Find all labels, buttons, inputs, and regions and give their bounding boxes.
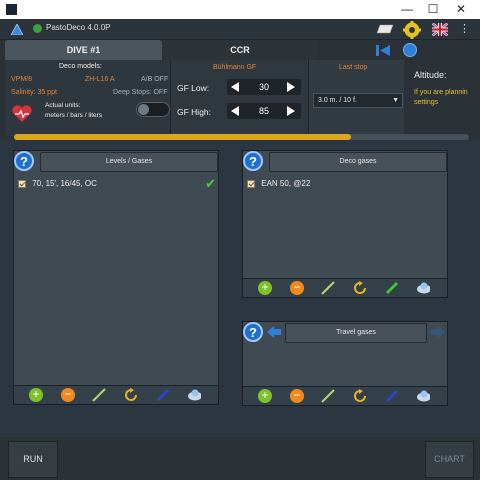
salinity-value[interactable]: Salinity: 35 ppt [11,89,57,96]
units-value: meters / bars / liters [45,112,103,119]
add-dive-icon[interactable] [403,43,417,57]
travel-help-icon[interactable]: ? [243,322,263,342]
levels-panel: ? Levels / Gases 70, 15', 16/45, OC ✔ + … [13,150,219,405]
levels-title: Levels / Gases [40,152,218,172]
bottom-bar: RUN CHART [0,437,480,480]
first-dive-icon[interactable] [375,44,391,57]
deco-help-icon[interactable]: ? [243,151,263,171]
deco-toolbar: + − [243,278,447,297]
ab-status[interactable]: A/B OFF [141,76,168,83]
pen-icon[interactable] [156,388,170,402]
heart-icon [12,105,32,122]
altitude-label: Altitude: [414,70,447,80]
gf-high-stepper[interactable]: 85 [227,103,301,119]
travel-gases-title: Travel gases [285,323,427,343]
units-label: Actual units: [45,102,81,109]
eraser-icon[interactable] [376,24,394,35]
gf-high-label: GF High: [177,107,212,117]
altitude-hint-line2: settings [414,99,439,106]
travel-gases-panel: ? Travel gases + − [242,321,448,406]
language-flag-icon[interactable] [432,23,448,36]
close-button[interactable]: ✕ [448,0,474,19]
run-button[interactable]: RUN [8,441,58,478]
deco-models-heading: Deco models: [59,63,102,70]
gf-low-label: GF Low: [177,83,210,93]
green-pen-icon[interactable] [385,281,399,295]
remove-travel-gas-icon[interactable]: − [290,389,304,403]
altitude-hint-line1: If you are plannin [414,89,468,96]
gf-high-value: 85 [258,106,269,116]
deco-models-section: Deco models: VPM/8 ZH-L16 A A/B OFF Sali… [5,60,170,136]
gf-high-decrease-icon[interactable] [231,106,239,116]
gf-section: Bühlmann GF GF Low: 30 GF High: 85 [170,60,308,136]
app-system-icon [6,4,17,15]
level-row[interactable]: 70, 15', 16/45, OC ✔ [18,176,218,191]
units-toggle[interactable] [136,102,170,117]
refresh-icon[interactable] [353,281,367,295]
remove-level-icon[interactable]: − [61,388,75,402]
level-valid-check-icon: ✔ [205,176,216,191]
gf-low-stepper[interactable]: 30 [227,79,301,95]
add-deco-gas-icon[interactable]: + [258,281,272,295]
last-stop-select[interactable]: 3.0 m. / 10 f. ▼ [313,93,403,108]
deco-algorithm-value[interactable]: ZH-L16 A [85,76,115,83]
edit-level-icon[interactable] [92,388,106,402]
chart-button[interactable]: CHART [425,441,474,478]
cloud-icon[interactable] [416,281,430,295]
window-title-bar: — ☐ ✕ [0,0,480,19]
travel-toolbar: + − [243,386,447,405]
travel-prev-arrow-icon[interactable] [267,326,281,338]
last-stop-section: Last stop 3.0 m. / 10 f. ▼ [308,60,404,136]
travel-next-arrow-icon[interactable] [431,326,445,338]
add-travel-gas-icon[interactable]: + [258,389,272,403]
refresh-icon[interactable] [353,389,367,403]
levels-toolbar: + − [14,385,218,404]
app-logo-icon [33,24,42,33]
menu-triangle-icon[interactable] [11,24,23,35]
altitude-section: Altitude: If you are plannin settings [404,60,480,136]
tab-dive[interactable]: DIVE #1 [5,40,162,60]
app-header: PastoDeco 4.0.0P ⋮ [0,19,480,40]
levels-help-icon[interactable]: ? [14,151,34,171]
gf-low-increase-icon[interactable] [287,82,295,92]
deco-gas-checkbox[interactable] [247,179,255,188]
level-checkbox[interactable] [18,179,26,188]
cloud-icon[interactable] [416,389,430,403]
toggle-knob [138,104,149,115]
refresh-icon[interactable] [124,388,138,402]
deco-gas-text: EAN 50, @22 [261,179,311,188]
edit-deco-gas-icon[interactable] [321,281,335,295]
dive-settings-panel: DIVE #1 CCR Deco models: VPM/8 ZH-L16 A … [0,40,480,140]
app-title: PastoDeco 4.0.0P [46,23,111,32]
remove-deco-gas-icon[interactable]: − [290,281,304,295]
deco-model-value[interactable]: VPM/8 [11,76,32,83]
gf-low-value: 30 [258,82,269,92]
maximize-button[interactable]: ☐ [420,0,446,19]
minimize-button[interactable]: — [394,0,420,19]
edit-travel-gas-icon[interactable] [321,389,335,403]
gf-high-increase-icon[interactable] [287,106,295,116]
tab-ccr[interactable]: CCR [162,40,318,60]
scrollbar-thumb[interactable] [14,134,351,140]
pen-icon[interactable] [385,389,399,403]
last-stop-value: 3.0 m. / 10 f. [318,97,357,104]
deco-gases-panel: ? Deco gases EAN 50, @22 + − [242,150,448,298]
deco-gases-title: Deco gases [269,152,447,172]
deep-stops-status[interactable]: Deep Stops: OFF [113,89,167,96]
add-level-icon[interactable]: + [29,388,43,402]
level-text: 70, 15', 16/45, OC [32,179,97,188]
horizontal-scrollbar[interactable] [14,134,469,140]
deco-gas-row[interactable]: EAN 50, @22 [247,179,310,188]
gf-heading: Bühlmann GF [213,64,257,71]
settings-gear-icon[interactable] [403,21,421,39]
more-options-icon[interactable]: ⋮ [459,22,470,36]
cloud-icon[interactable] [187,388,201,402]
chevron-down-icon: ▼ [392,97,399,104]
gf-low-decrease-icon[interactable] [231,82,239,92]
last-stop-heading: Last stop [339,64,368,71]
